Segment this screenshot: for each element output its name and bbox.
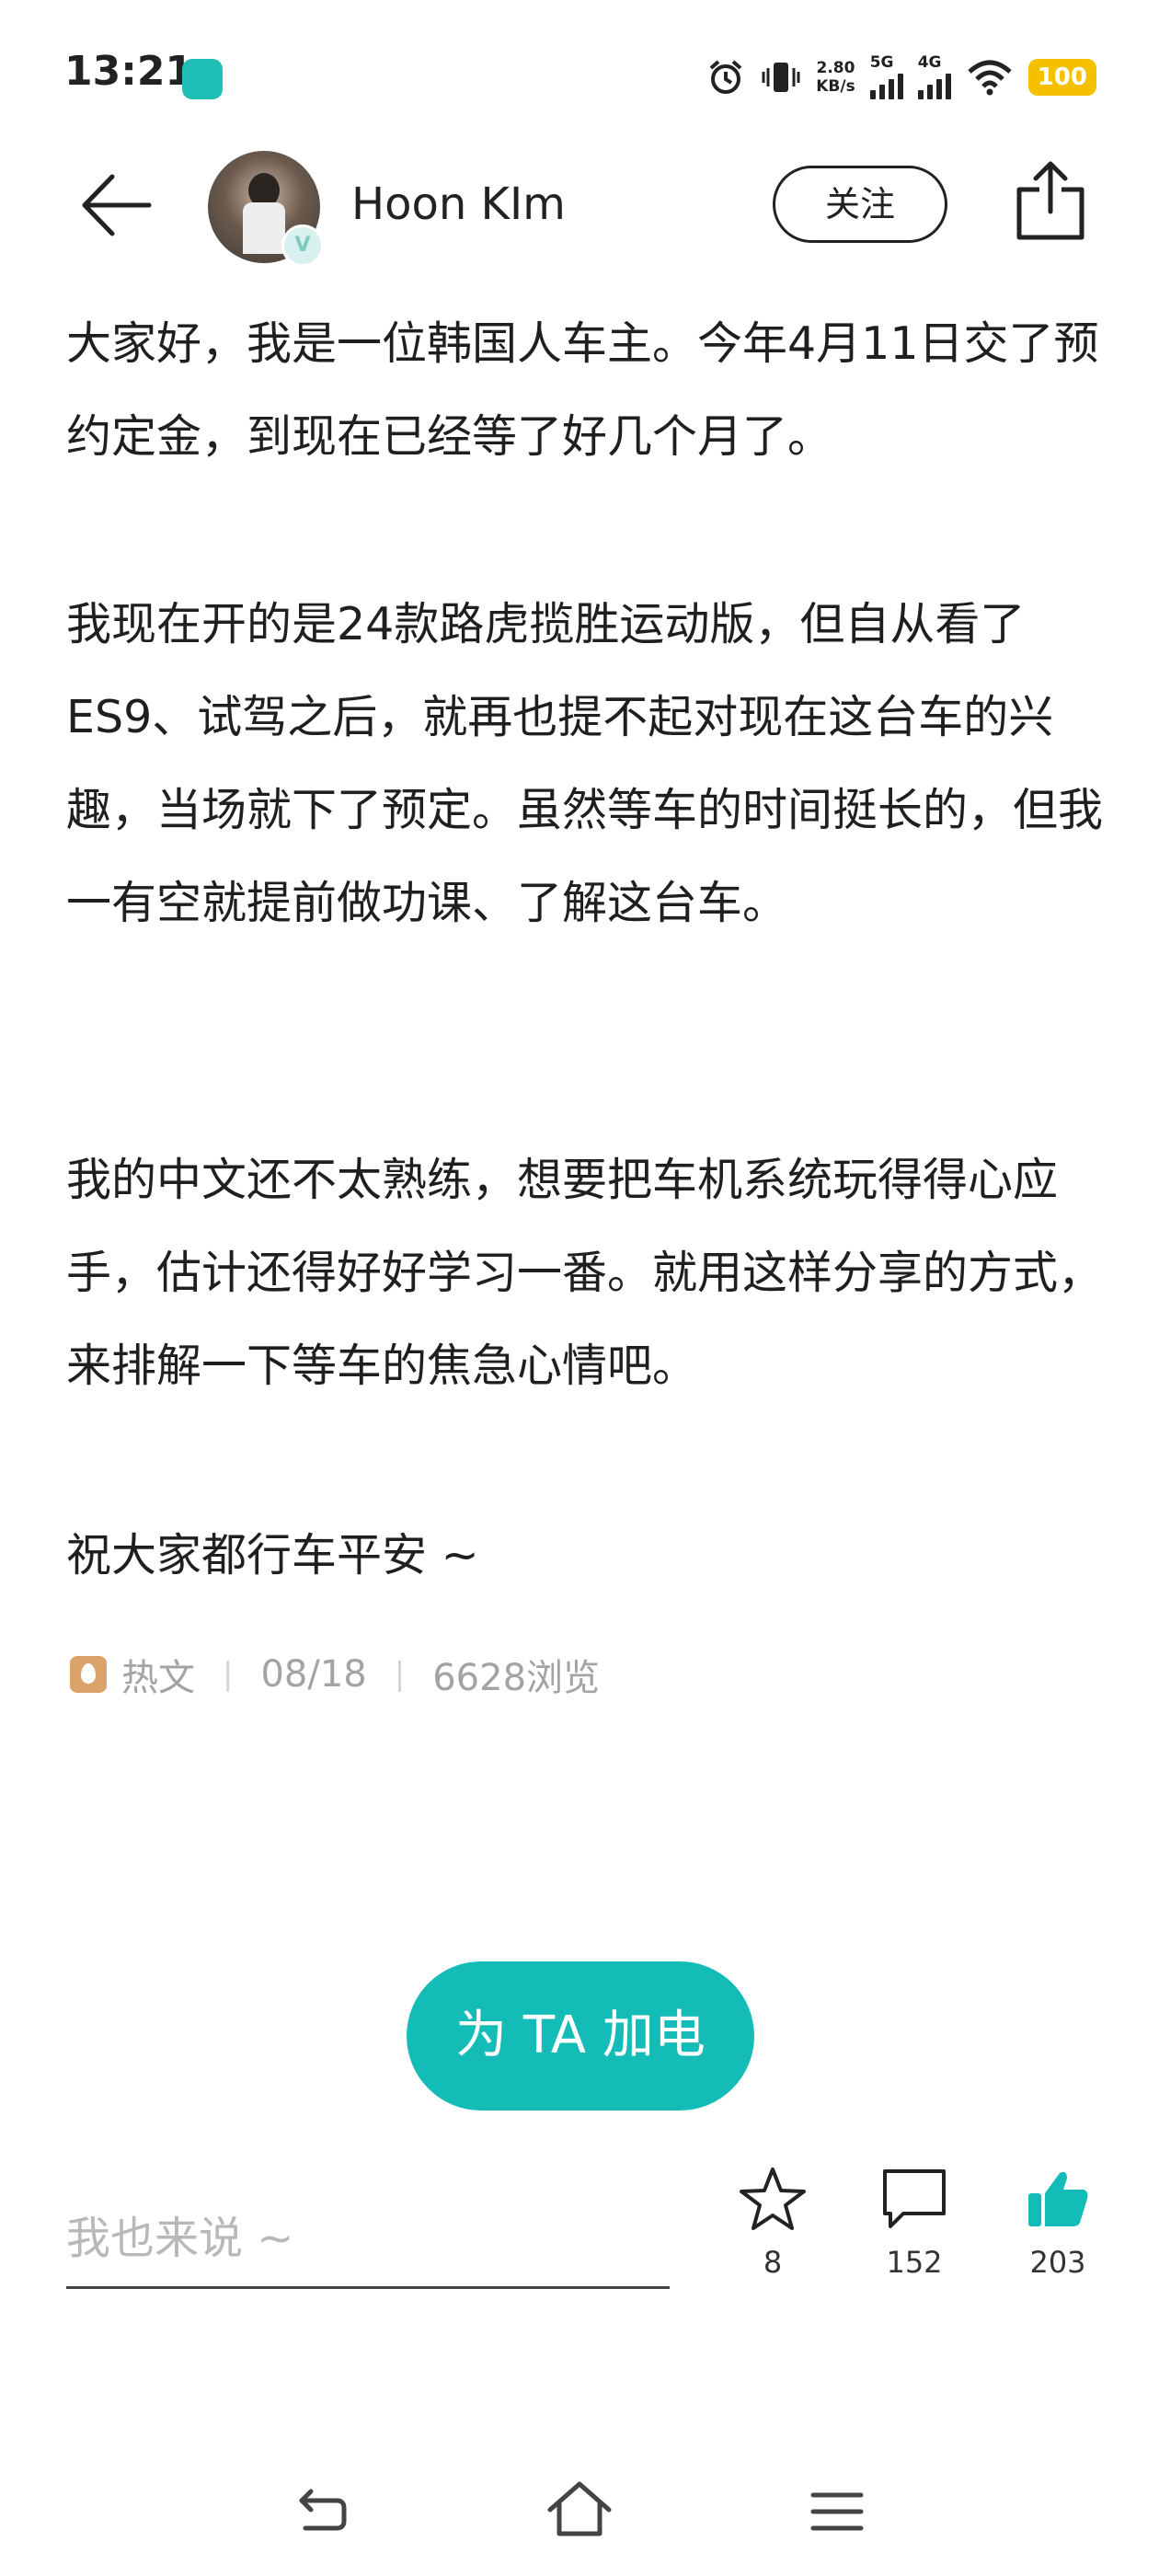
speed-unit: KB/s [816, 77, 855, 96]
hot-tag: 热文 [121, 1657, 195, 1699]
username[interactable]: Hoon KIm [351, 178, 566, 230]
nav-home-icon[interactable] [543, 2475, 616, 2548]
signal-4g: 4G [917, 53, 951, 99]
alarm-icon [709, 60, 742, 94]
signal-icon [869, 70, 903, 99]
status-icons: 2.80 KB/s 5G 4G 100 [706, 52, 1096, 103]
comment-input[interactable] [66, 2190, 670, 2289]
hot-fire-icon [70, 1656, 107, 1693]
post-paragraph: 大家好，我是一位韩国人车主。今年4月11日交了预约定金，到现在已经等了好几个月了… [66, 317, 1099, 463]
like-button[interactable]: 203 [1003, 2166, 1113, 2280]
nav-back-icon[interactable] [285, 2475, 359, 2548]
charge-button[interactable]: 为 TA 加电 [407, 1961, 754, 2110]
comment-button[interactable]: 152 [859, 2166, 970, 2280]
vibrate-icon [762, 63, 800, 92]
follow-button[interactable]: 关注 [773, 166, 947, 243]
battery-indicator: 100 [1027, 59, 1096, 96]
back-arrow-icon[interactable] [75, 164, 158, 247]
post-paragraph: 我的中文还不太熟练，想要把车机系统玩得得心应手，估计还得好好学习一番。就用这样分… [66, 1154, 1104, 1392]
net-type-1: 5G [869, 53, 894, 72]
app-notification-icon [182, 59, 223, 99]
post-paragraph: 我现在开的是24款路虎揽胜运动版，但自从看了ES9、试驾之后，就再也提不起对现在… [66, 598, 1104, 929]
wifi-icon [968, 60, 1012, 96]
net-type-2: 4G [917, 53, 942, 72]
network-speed: 2.80 KB/s [816, 59, 855, 96]
post-meta: 热文 | 08/18 | 6628浏览 [70, 1649, 600, 1700]
comment-bubble-icon [883, 2169, 946, 2228]
divider: | [223, 1656, 234, 1693]
like-count: 203 [1029, 2245, 1086, 2280]
comment-count: 152 [886, 2245, 943, 2280]
share-icon[interactable] [1016, 158, 1085, 241]
view-count: 6628浏览 [432, 1657, 601, 1699]
speed-value: 2.80 [816, 59, 855, 77]
post-paragraph: 祝大家都行车平安 ~ [66, 1529, 479, 1581]
star-icon [740, 2168, 806, 2230]
thumbs-up-icon [1028, 2171, 1088, 2226]
status-time: 13:21 [64, 48, 194, 95]
signal-5g: 5G [869, 53, 903, 99]
favorite-count: 8 [763, 2245, 783, 2280]
post-date: 08/18 [260, 1653, 367, 1696]
verified-badge-icon: V [281, 224, 324, 267]
divider: | [394, 1656, 406, 1693]
nav-menu-icon[interactable] [800, 2475, 874, 2548]
signal-icon [917, 70, 951, 99]
favorite-button[interactable]: 8 [717, 2166, 828, 2280]
avatar-body [243, 202, 285, 254]
